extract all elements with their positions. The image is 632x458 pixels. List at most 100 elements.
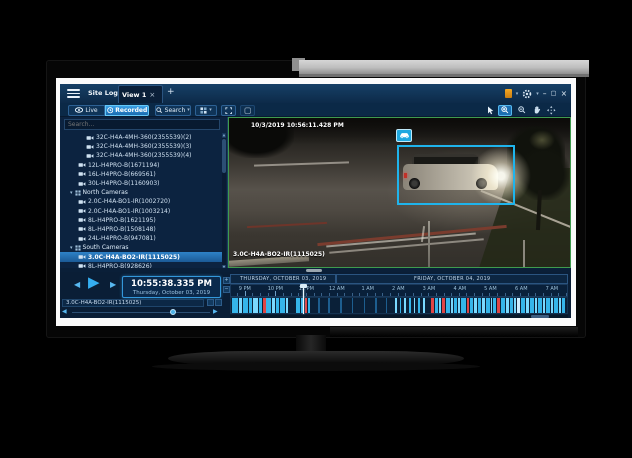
timeline-zoom-out-button[interactable]: − [223,286,230,293]
new-tab-button[interactable]: + [167,87,175,97]
maximize-button[interactable]: ▢ [551,84,557,103]
close-button[interactable]: × [561,84,567,103]
timeline-track-label[interactable]: 3.0C-H4A-BO2-IR(1115025) [62,299,204,307]
track-option-button[interactable] [215,299,222,306]
tree-camera-row[interactable]: 8L-H4PRO-B(1621195) [60,216,222,225]
tick-mark [528,293,529,296]
tick-mark [428,293,429,296]
monitor-stand-foot [152,362,480,371]
tick-label: 6 AM [515,286,528,292]
caret-down-icon: ▾ [70,190,73,196]
health-status-icon[interactable] [505,89,512,98]
tree-camera-row[interactable]: 32C-H4A-4MH-360(2355539)(2) [60,133,222,142]
tree-row-label: 8L-H4PRO-B(1508148) [88,226,156,233]
timeline-scrollbar[interactable] [230,315,568,318]
menu-hamburger-icon[interactable] [67,89,80,98]
tab-view-1[interactable]: View 1 × [118,85,163,103]
tree-camera-row[interactable]: 8L-H4PRO-B(1508148) [60,225,222,234]
zoom-in-tool-button[interactable] [498,105,512,116]
recorded-segment [470,298,474,313]
recorded-segment [414,298,416,313]
recorded-segment [491,298,493,313]
timeline-activity-bar[interactable] [230,297,568,314]
layout-grid-button[interactable]: ▾ [195,105,217,116]
search-button[interactable]: Search ▾ [155,105,191,116]
vehicle-detected-badge[interactable] [396,129,412,142]
tree-camera-row[interactable]: 12L-H4PRO-B(1671194) [60,161,222,170]
event-segment [431,298,433,313]
event-segment [497,298,500,313]
camera-icon [78,181,86,187]
sidebar-scrollbar[interactable]: ▲ ▼ [222,133,226,270]
step-forward-button[interactable]: ▶ [110,280,116,289]
select-tool-button[interactable] [484,105,496,116]
tick-mark [535,293,536,296]
camera-icon [86,144,94,150]
track-option-button[interactable] [207,299,214,306]
cursor-arrow-icon [487,106,494,115]
recorded-segment [435,298,438,313]
fullscreen-corners-icon [225,107,233,115]
tree-camera-row[interactable]: 2.0C-H4A-BO1-IR(1003214) [60,207,222,216]
gear-icon[interactable] [522,89,532,99]
tree-group-row[interactable]: ▾North Cameras [60,188,222,197]
tab-label: View 1 [122,91,146,99]
tree-camera-row[interactable]: 24L-H4PRO-B(947081) [60,234,222,243]
tick-mark [505,293,506,296]
recorded-segment [446,298,450,313]
eye-icon [75,107,83,113]
timeline-scrollbar-thumb[interactable] [531,315,549,318]
seek-slider-handle[interactable] [170,309,176,315]
tick-mark [436,293,437,296]
tick-mark [558,293,559,296]
pan-hand-tool-button[interactable] [530,105,543,116]
tick-mark [398,293,399,296]
tree-camera-row[interactable]: 16L-H4PRO-B(669561) [60,170,222,179]
move-tool-button[interactable] [545,105,558,116]
recorded-segment [521,298,525,313]
timeline-tick-strip[interactable]: 9 PM10 PM11 PM12 AM1 AM2 AM3 AM4 AM5 AM6… [230,284,568,297]
scene-pole [428,221,430,268]
search-input[interactable] [64,119,220,130]
chevron-down-icon[interactable]: ▾ [516,91,519,97]
tick-mark [306,293,307,296]
tree-row-label: 30L-H4PRO-B(1160903) [88,180,160,187]
site-group-icon [75,245,81,251]
play-button[interactable]: ▶ [88,273,100,291]
recorded-segment [328,298,329,313]
slider-left-button[interactable]: ◀ [62,308,67,315]
step-back-button[interactable]: ◀ [74,280,80,289]
recorded-segment [386,298,387,313]
recorded-segment [543,298,545,313]
cycle-views-button[interactable] [240,105,255,116]
live-button[interactable]: Live [68,105,105,116]
timeline-zoom-in-button[interactable]: + [223,277,230,284]
tick-mark [551,293,552,296]
recorded-segment [559,298,561,313]
timeline-playhead[interactable] [303,284,304,314]
chevron-down-icon[interactable]: ▾ [536,91,539,97]
video-panel[interactable]: 10/3/2019 10:56:11.428 PM 3.0C-H4A-BO2-I… [228,117,571,268]
tree-group-row[interactable]: ▾South Cameras [60,243,222,252]
scene-red-curb-left [247,222,327,228]
tree-camera-row[interactable]: 3.0C-H4A-BO2-IR(1115025) [60,252,222,261]
tree-camera-row[interactable]: 32C-H4A-4MH-360(2355539)(4) [60,151,222,160]
monitor-rear-edge [299,60,589,77]
seek-slider-track[interactable] [72,312,210,314]
slider-right-button[interactable]: ▶ [213,308,218,315]
tab-close-icon[interactable]: × [149,91,155,99]
recorded-segment [286,298,288,313]
recorded-segment [280,298,285,313]
scroll-up-icon[interactable]: ▲ [222,133,226,138]
minimize-button[interactable]: – [543,84,547,103]
event-segment [467,298,469,313]
tree-camera-row[interactable]: 30L-H4PRO-B(1160903) [60,179,222,188]
tree-camera-row[interactable]: 2.0C-H4A-BO1-IR(1002720) [60,197,222,206]
recorded-button[interactable]: Recorded [105,105,149,116]
timeline-playhead-handle[interactable] [300,284,307,288]
scrollbar-thumb[interactable] [222,139,226,173]
fullscreen-button[interactable] [221,105,236,116]
recorded-segment [530,298,534,313]
tree-camera-row[interactable]: 32C-H4A-4MH-360(2355539)(3) [60,142,222,151]
zoom-out-tool-button[interactable] [515,105,528,116]
